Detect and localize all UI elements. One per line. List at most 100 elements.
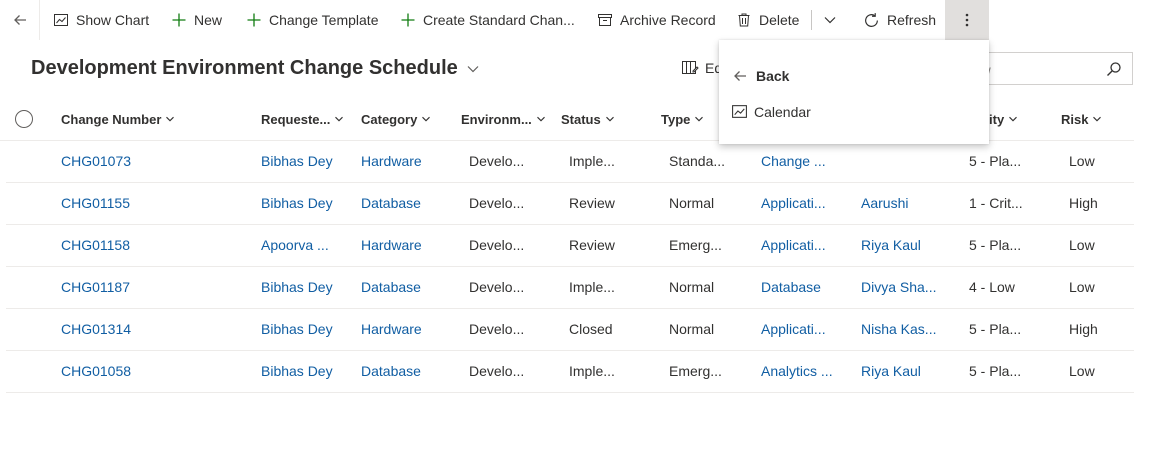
column-header-label: Status [561,111,601,127]
change-number-link[interactable]: CHG01073 [61,140,131,182]
create-standard-change-button[interactable]: Create Standard Chan... [400,0,575,40]
menu-item-label: Calendar [754,103,811,120]
menu-back-button[interactable]: Back [732,68,789,84]
requester-link[interactable]: Bibhas Dey [261,308,333,350]
delete-button[interactable]: Delete [736,0,799,40]
type-cell: Emerg... [669,363,722,379]
service-link[interactable]: Applicati... [761,308,826,350]
assigned-link[interactable]: Riya Kaul [861,350,921,392]
column-header-environment[interactable]: Environm... [461,98,546,140]
assigned-link[interactable]: Riya Kaul [861,224,921,266]
table-row[interactable]: CHG01158 Apoorva ... Hardware Develo... … [6,224,1134,267]
service-link[interactable]: Change ... [761,140,826,182]
requester-link[interactable]: Bibhas Dey [261,182,333,224]
plus-icon [401,13,415,27]
type-cell: Normal [669,279,715,295]
requester-link[interactable]: Bibhas Dey [261,350,333,392]
column-header-label: Change Number [61,111,162,127]
type-cell: Normal [669,195,715,211]
service-link[interactable]: Applicati... [761,224,826,266]
risk-cell: Low [1069,363,1095,379]
requester-link[interactable]: Bibhas Dey [261,266,333,308]
chevron-down-icon [1009,116,1018,122]
service-link[interactable]: Database [761,266,821,308]
chevron-down-icon [166,116,175,122]
service-link[interactable]: Applicati... [761,182,826,224]
status-cell: Review [569,195,615,211]
status-cell: Imple... [569,363,615,379]
chevron-down-icon [605,116,614,122]
environment-cell: Develo... [469,153,525,169]
arrow-left-icon [13,15,26,25]
overflow-menu-button[interactable] [945,0,989,40]
view-selector[interactable]: Development Environment Change Schedule [31,57,480,80]
new-button[interactable]: New [171,0,222,40]
assigned-link[interactable]: Aarushi [861,182,908,224]
column-header-label: Risk [1061,111,1089,127]
delete-label: Delete [759,12,800,28]
risk-cell: High [1069,321,1098,337]
refresh-button[interactable]: Refresh [863,0,936,40]
arrow-left-icon [734,71,746,81]
table-row[interactable]: CHG01155 Bibhas Dey Database Develo... R… [6,182,1134,225]
overflow-menu: Back Calendar [719,40,989,144]
column-header-change-number[interactable]: Change Number [61,98,175,140]
select-all-checkbox[interactable] [15,110,33,128]
status-cell: Imple... [569,279,615,295]
trash-icon [738,13,750,27]
priority-cell: 4 - Low [969,279,1015,295]
more-options-dropdown[interactable] [823,0,844,40]
column-header-requester[interactable]: Requeste... [261,98,344,140]
table-row[interactable]: CHG01073 Bibhas Dey Hardware Develo... I… [6,140,1134,183]
menu-back-label: Back [756,68,790,84]
status-cell: Review [569,237,615,253]
change-number-link[interactable]: CHG01155 [61,182,130,224]
category-link[interactable]: Database [361,350,421,392]
column-header-category[interactable]: Category [361,98,431,140]
change-number-link[interactable]: CHG01187 [61,266,130,308]
chevron-down-icon [467,65,479,72]
column-header-status[interactable]: Status [561,98,615,140]
column-header-risk[interactable]: Risk [1061,98,1102,140]
priority-cell: 5 - Pla... [969,237,1022,253]
archive-record-button[interactable]: Archive Record [597,0,716,40]
plus-icon [247,13,261,27]
table-row[interactable]: CHG01187 Bibhas Dey Database Develo... I… [6,266,1134,309]
edit-columns-button[interactable]: Ed [681,60,722,76]
category-link[interactable]: Hardware [361,224,422,266]
change-number-link[interactable]: CHG01058 [61,350,131,392]
archive-icon [598,14,612,26]
table-row[interactable]: CHG01058 Bibhas Dey Database Develo... I… [6,350,1134,393]
category-link[interactable]: Hardware [361,140,422,182]
change-number-link[interactable]: CHG01158 [61,224,130,266]
edit-columns-icon [682,61,699,74]
assigned-link[interactable]: Nisha Kas... [861,308,936,350]
table-row[interactable]: CHG01314 Bibhas Dey Hardware Develo... C… [6,308,1134,351]
category-link[interactable]: Database [361,182,421,224]
requester-link[interactable]: Apoorva ... [261,224,329,266]
assigned-link[interactable]: Divya Sha... [861,266,936,308]
menu-item-calendar[interactable]: Calendar [731,103,811,120]
column-header-label: Environm... [461,111,532,127]
search-icon[interactable] [1106,61,1122,77]
priority-cell: 5 - Pla... [969,321,1022,337]
requester-link[interactable]: Bibhas Dey [261,140,333,182]
archive-record-label: Archive Record [620,12,716,28]
risk-cell: High [1069,195,1098,211]
show-chart-button[interactable]: Show Chart [53,0,149,40]
column-header-type[interactable]: Type [661,98,704,140]
change-template-label: Change Template [269,12,379,28]
back-button[interactable] [0,0,40,40]
column-header-priority[interactable]: ity [989,98,1018,140]
category-link[interactable]: Hardware [361,308,422,350]
chevron-down-icon [536,116,545,122]
change-template-button[interactable]: Change Template [246,0,378,40]
change-number-link[interactable]: CHG01314 [61,308,131,350]
service-link[interactable]: Analytics ... [761,350,833,392]
category-link[interactable]: Database [361,266,421,308]
environment-cell: Develo... [469,321,525,337]
refresh-label: Refresh [887,12,937,28]
priority-cell: 5 - Pla... [969,153,1022,169]
column-header-label: ity [989,111,1005,127]
chevron-down-icon [824,17,836,24]
